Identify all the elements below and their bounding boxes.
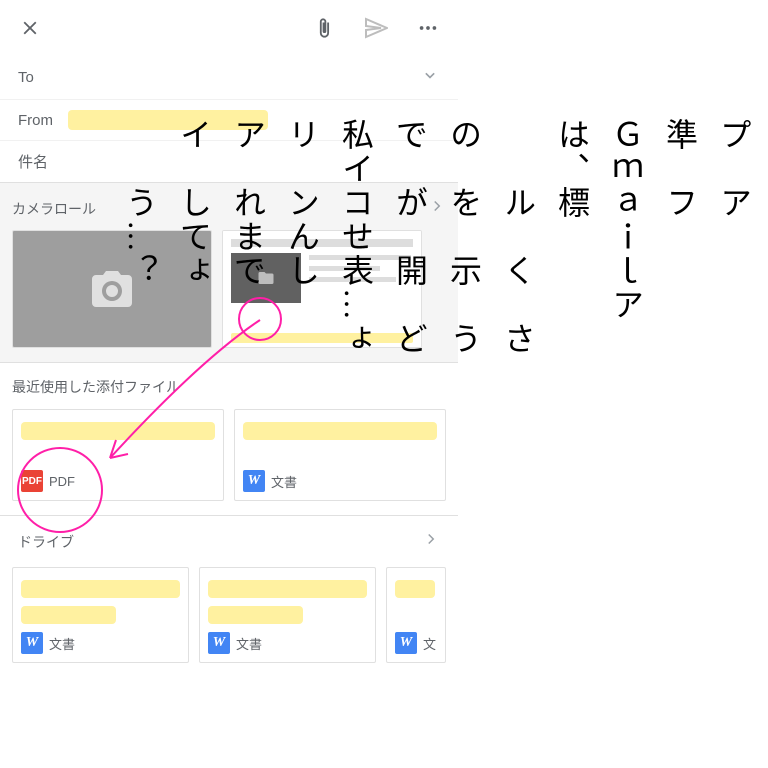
- drive-section-header[interactable]: ドライブ: [0, 515, 458, 567]
- redacted-filename: [21, 422, 215, 440]
- to-label: To: [18, 69, 68, 86]
- drive-file-card[interactable]: W 文: [386, 567, 446, 663]
- camera-roll-panel: カメラロール: [0, 182, 458, 362]
- word-badge-icon: W: [243, 470, 265, 492]
- word-badge-icon: W: [208, 632, 230, 654]
- drive-file-card[interactable]: W 文書: [199, 567, 376, 663]
- file-type-label: 文書: [236, 634, 262, 653]
- word-badge-icon: W: [395, 632, 417, 654]
- chevron-right-icon[interactable]: [422, 530, 440, 553]
- recent-title: 最近使用した添付ファイル: [12, 377, 446, 397]
- camera-roll-title: カメラロール: [12, 199, 96, 219]
- file-type-label: 文: [423, 634, 436, 653]
- more-icon[interactable]: [416, 16, 440, 40]
- chevron-down-icon[interactable]: [420, 65, 440, 89]
- attachment-card[interactable]: PDF PDF: [12, 409, 224, 501]
- redacted-filename: [243, 422, 437, 440]
- pdf-badge-icon: PDF: [21, 470, 43, 492]
- redacted-filename: [208, 580, 367, 598]
- drive-file-card[interactable]: W 文書: [12, 567, 189, 663]
- to-field[interactable]: To: [0, 55, 458, 100]
- redacted-from-value: [68, 110, 268, 130]
- file-type-label: 文書: [49, 634, 75, 653]
- attachment-card[interactable]: W 文書: [234, 409, 446, 501]
- word-badge-icon: W: [21, 632, 43, 654]
- subject-label: 件名: [18, 154, 48, 171]
- redacted-filename: [21, 606, 116, 624]
- attach-icon[interactable]: [312, 16, 336, 40]
- subject-field[interactable]: 件名: [0, 141, 458, 182]
- camera-icon: [88, 265, 136, 313]
- camera-capture-button[interactable]: [12, 230, 212, 348]
- from-label: From: [18, 112, 68, 129]
- file-type-label: PDF: [49, 474, 75, 489]
- drive-title: ドライブ: [18, 532, 74, 552]
- camera-roll-thumb[interactable]: [222, 230, 422, 348]
- close-icon[interactable]: [18, 16, 42, 40]
- compose-screen: To From 件名 カメラロール: [0, 0, 458, 768]
- redacted-filename: [395, 580, 435, 598]
- chevron-right-icon[interactable]: [428, 197, 446, 220]
- redacted-filename: [208, 606, 303, 624]
- send-icon[interactable]: [364, 16, 388, 40]
- recent-attachments-section: 最近使用した添付ファイル PDF PDF W 文書: [0, 362, 458, 515]
- folder-icon: [257, 269, 275, 287]
- file-type-label: 文書: [271, 472, 297, 491]
- from-field[interactable]: From: [0, 100, 458, 141]
- redacted-filename: [21, 580, 180, 598]
- drive-cards: W 文書 W 文書 W 文: [0, 567, 458, 677]
- screenshot-preview: [223, 231, 421, 347]
- toolbar: [0, 0, 458, 55]
